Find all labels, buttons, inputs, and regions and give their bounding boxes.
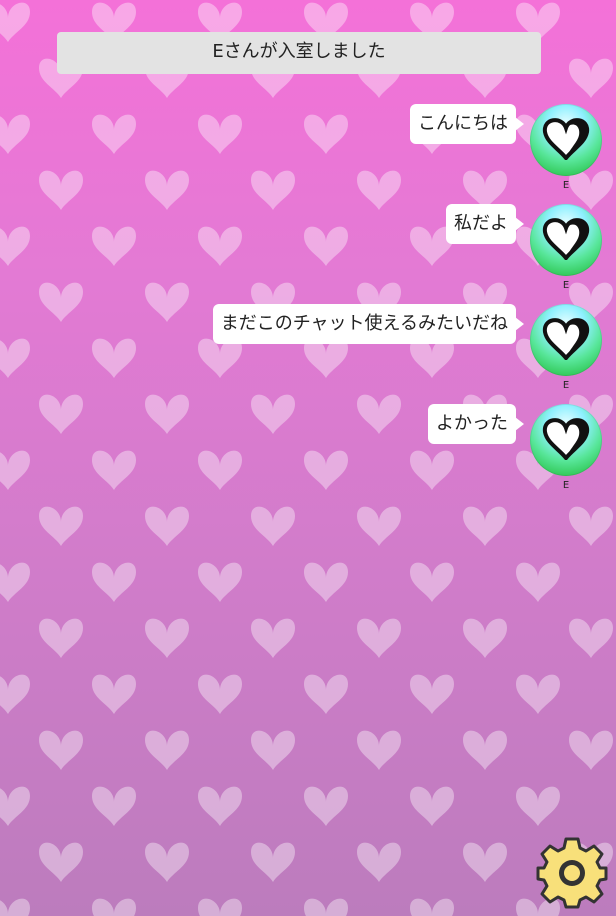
system-notice: Eさんが入室しました: [57, 32, 541, 74]
heart-icon: [542, 318, 590, 360]
message-row: よかった E: [12, 404, 602, 494]
user-avatar[interactable]: [530, 104, 602, 176]
message-row: こんにちは E: [12, 104, 602, 194]
user-avatar[interactable]: [530, 204, 602, 276]
avatar-name: E: [562, 180, 570, 191]
message-row: 私だよ E: [12, 204, 602, 294]
message-row: まだこのチャット使えるみたいだね E: [12, 304, 602, 394]
user-avatar[interactable]: [530, 304, 602, 376]
gear-icon[interactable]: [535, 836, 609, 910]
message-bubble: こんにちは: [410, 104, 524, 144]
heart-icon: [542, 418, 590, 460]
avatar-name: E: [562, 480, 570, 491]
message-bubble: 私だよ: [446, 204, 524, 244]
heart-icon: [542, 218, 590, 260]
avatar-name: E: [562, 380, 570, 391]
user-avatar[interactable]: [530, 404, 602, 476]
message-bubble: よかった: [428, 404, 524, 444]
avatar-name: E: [562, 280, 570, 291]
message-bubble: まだこのチャット使えるみたいだね: [212, 304, 525, 344]
heart-icon: [542, 118, 590, 160]
